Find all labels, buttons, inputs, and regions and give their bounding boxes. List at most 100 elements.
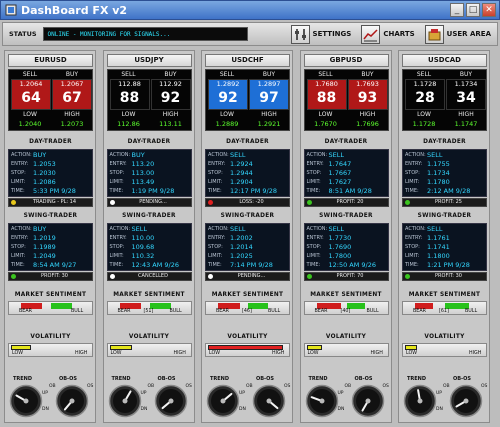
buy-quote[interactable]: 1.2897 97: [249, 79, 289, 110]
volatility-meter: LOW HIGH: [8, 343, 93, 357]
sentiment-meter: BEAR BULL: [8, 301, 93, 315]
obos-os-label: OS: [87, 384, 94, 389]
status-light-icon: [208, 200, 213, 205]
sell-label: SELL: [121, 71, 136, 78]
day-stop-value: 113.00: [131, 169, 155, 177]
swing-status-text: PROFIT: 30: [435, 273, 462, 279]
pair-title[interactable]: USDJPY: [106, 54, 192, 67]
status-message: ONLINE - MONITORING FOR SIGNALS...: [47, 30, 171, 38]
swing-time-label: TIME:: [405, 262, 419, 268]
status-light-icon: [405, 274, 410, 279]
day-trader-panel: ACTION: SELL ENTRY: 1.1755 STOP: 1.1734 …: [402, 149, 487, 197]
day-stop-label: STOP:: [405, 170, 420, 176]
sell-quote[interactable]: 1.7680 88: [306, 79, 347, 110]
settings-button[interactable]: SETTINGS: [290, 24, 352, 44]
settings-label: SETTINGS: [312, 30, 352, 38]
trend-up-label: UP: [42, 391, 49, 396]
swing-status-text: PENDING...: [237, 273, 266, 279]
sentiment-meter: BEAR [61] BULL: [402, 301, 487, 315]
market-sentiment-header: MARKET SENTIMENT: [14, 292, 87, 298]
currency-panels: EURUSD SELL BUY 1.2064 64 1.2067 67 LOW …: [4, 50, 496, 423]
day-entry-value: 1.2053: [33, 160, 56, 168]
status-light-icon: [109, 274, 115, 279]
swing-time-value: 7:14 PM 9/28: [230, 261, 273, 269]
pair-title[interactable]: GBPUSD: [303, 54, 389, 67]
buy-pips: 93: [357, 90, 378, 106]
day-entry-value: 1.7647: [328, 160, 352, 168]
day-action-value: BUY: [33, 151, 47, 159]
sell-quote[interactable]: 1.2892 92: [208, 79, 248, 110]
day-entry-value: 1.2924: [230, 160, 253, 168]
maximize-button[interactable]: □: [466, 3, 480, 17]
sell-quote[interactable]: 112.88 88: [109, 79, 150, 110]
status-display: ONLINE - MONITORING FOR SIGNALS...: [42, 27, 248, 41]
day-time-value: 1:19 PM 9/28: [131, 187, 175, 195]
high-value: 1.1747: [454, 120, 478, 128]
obos-ob-label: OB: [49, 384, 56, 389]
buy-quote[interactable]: 1.7693 93: [347, 79, 388, 110]
sentiment-value: [61]: [439, 309, 449, 314]
high-value: 1.7696: [356, 120, 379, 128]
day-time-label: TIME:: [208, 188, 222, 194]
swing-trader-header: SWING-TRADER: [220, 213, 275, 219]
swing-time-label: TIME:: [208, 262, 222, 268]
day-status-text: PENDING...: [139, 199, 167, 205]
volatility-header: VOLATILITY: [424, 334, 465, 340]
day-trader-header: DAY-TRADER: [324, 139, 368, 145]
currency-panel-usdchf: USDCHF SELL BUY 1.2892 92 1.2897 97 LOW …: [201, 50, 293, 423]
swing-stop-label: STOP:: [11, 244, 26, 250]
trend-header: TREND: [308, 376, 328, 382]
swing-trader-header: SWING-TRADER: [122, 213, 176, 219]
swing-limit-label: LIMIT:: [306, 253, 321, 259]
bull-label: BULL: [71, 309, 84, 314]
bear-label: BEAR: [413, 309, 426, 314]
day-entry-label: ENTRY:: [208, 161, 226, 167]
charts-button[interactable]: CHARTS: [361, 24, 415, 44]
status-light-icon: [109, 200, 115, 205]
buy-price: 112.92: [159, 80, 182, 88]
low-label: LOW: [220, 111, 234, 118]
sell-quote[interactable]: 1.2064 64: [11, 79, 51, 110]
buy-quote[interactable]: 1.1734 34: [446, 79, 486, 110]
buy-label: BUY: [361, 71, 374, 78]
high-value: 1.2073: [60, 120, 84, 128]
pair-title[interactable]: USDCHF: [205, 54, 290, 67]
bull-label: BULL: [169, 309, 182, 314]
quote-display: SELL BUY 1.2892 92 1.2897 97 LOW HIGH 1.…: [205, 69, 290, 131]
high-label: HIGH: [458, 111, 474, 118]
sell-quote[interactable]: 1.1728 28: [405, 79, 445, 110]
pair-title[interactable]: EURUSD: [8, 54, 93, 67]
day-trader-header: DAY-TRADER: [127, 139, 171, 145]
status-light-icon: [306, 200, 312, 205]
low-label: LOW: [417, 111, 431, 118]
day-entry-label: ENTRY:: [11, 161, 29, 167]
volatility-bar: [208, 345, 284, 350]
swing-limit-value: 1.2025: [230, 252, 253, 260]
buy-quote[interactable]: 1.2067 67: [52, 79, 92, 110]
swing-stop-value: 109.68: [131, 243, 155, 251]
swing-trader-header: SWING-TRADER: [417, 213, 472, 219]
day-entry-label: ENTRY:: [405, 161, 423, 167]
sentiment-value: [51]: [143, 309, 154, 314]
low-value: 112.86: [117, 120, 140, 128]
user-area-button[interactable]: USER AREA: [424, 24, 491, 44]
swing-action-label: ACTION:: [11, 226, 32, 232]
swing-trade-status: PROFIT: 30: [8, 272, 93, 281]
trend-dn-label: DN: [337, 407, 345, 412]
minimize-button[interactable]: _: [450, 3, 464, 17]
day-entry-label: ENTRY:: [306, 161, 324, 167]
swing-entry-value: 1.1761: [427, 234, 450, 242]
buy-quote[interactable]: 112.92 92: [150, 79, 191, 110]
volatility-low-label: LOW: [209, 351, 221, 356]
close-button[interactable]: ✕: [482, 3, 496, 17]
trend-dial-icon: [9, 384, 43, 418]
obos-os-label: OS: [481, 384, 488, 389]
pair-title[interactable]: USDCAD: [402, 54, 487, 67]
low-label: LOW: [121, 111, 136, 118]
volatility-meter: LOW HIGH: [106, 343, 192, 357]
swing-entry-value: 1.2019: [33, 234, 56, 242]
day-action-value: SELL: [427, 151, 443, 159]
swing-stop-label: STOP:: [306, 244, 322, 250]
volatility-bar: [109, 345, 132, 350]
day-trade-status: LOSS: -20: [205, 198, 290, 207]
